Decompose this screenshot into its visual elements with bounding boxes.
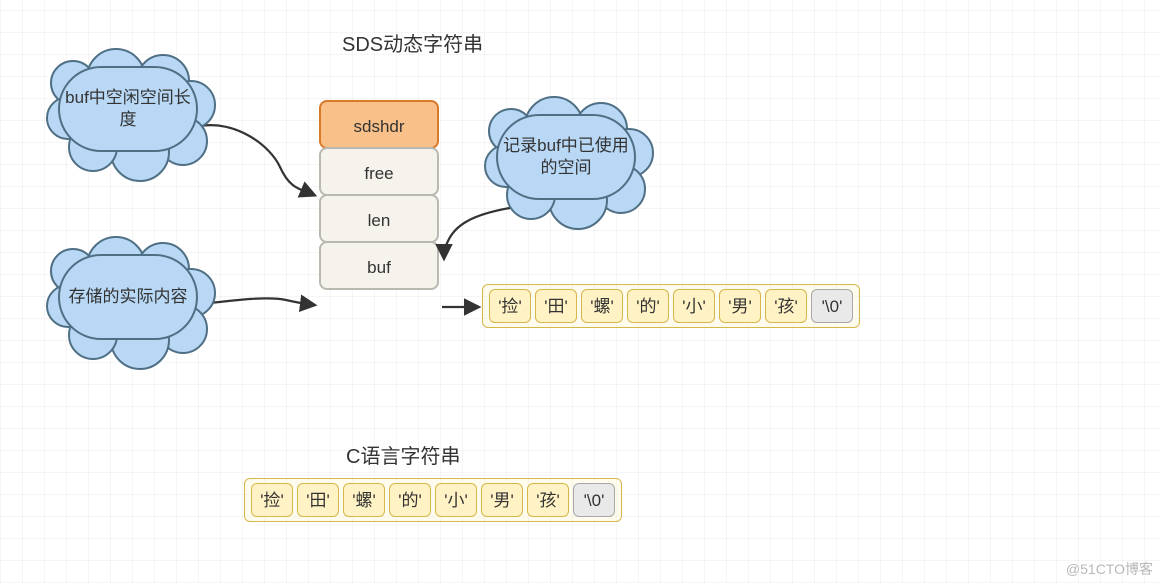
cloud-free-text: buf中空闲空间长度 [60,87,196,131]
cloud-free: buf中空闲空间长度 [58,66,198,152]
struct-buf-cell: buf [319,241,439,290]
char-cell: '田' [297,483,339,517]
char-cell: '螺' [581,289,623,323]
cloud-buf-text: 存储的实际内容 [69,286,188,308]
sds-char-array: '捡' '田' '螺' '的' '小' '男' '孩' '\0' [482,284,860,328]
char-cell: '小' [435,483,477,517]
struct-head-cell: sdshdr [319,100,439,149]
arrow-len [443,208,510,258]
char-terminator: '\0' [573,483,615,517]
cloud-len-text: 记录buf中已使用的空间 [498,135,634,179]
arrow-free [200,125,314,195]
char-cell: '田' [535,289,577,323]
sds-title: SDS动态字符串 [342,28,483,57]
c-char-array: '捡' '田' '螺' '的' '小' '男' '孩' '\0' [244,478,622,522]
char-cell: '孩' [765,289,807,323]
char-cell: '螺' [343,483,385,517]
char-cell: '捡' [251,483,293,517]
char-cell: '男' [719,289,761,323]
char-cell: '的' [627,289,669,323]
cloud-buf: 存储的实际内容 [58,254,198,340]
char-terminator: '\0' [811,289,853,323]
struct-free-cell: free [319,147,439,196]
sds-struct: sdshdr free len buf [319,100,439,290]
arrow-buf-desc [202,298,314,305]
cloud-len: 记录buf中已使用的空间 [496,114,636,200]
char-cell: '小' [673,289,715,323]
c-title: C语言字符串 [346,440,460,469]
char-cell: '男' [481,483,523,517]
char-cell: '捡' [489,289,531,323]
char-cell: '孩' [527,483,569,517]
struct-len-cell: len [319,194,439,243]
watermark: @51CTO博客 [1066,559,1153,579]
char-cell: '的' [389,483,431,517]
